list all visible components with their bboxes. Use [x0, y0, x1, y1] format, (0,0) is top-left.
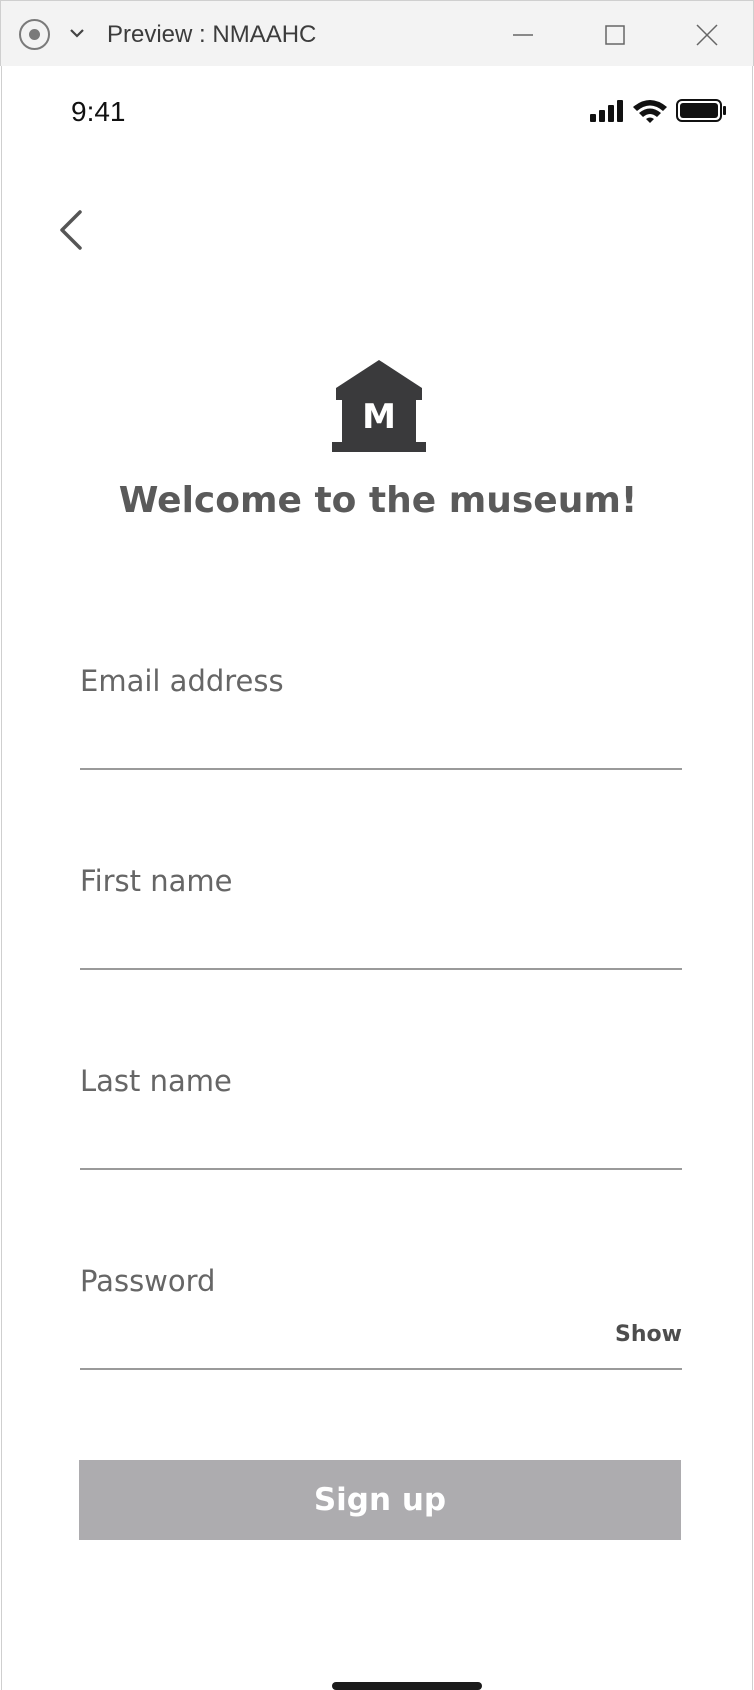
chevron-down-icon[interactable]	[67, 23, 87, 43]
first-name-field: First name	[80, 864, 682, 970]
last-name-label: Last name	[80, 1064, 232, 1098]
last-name-field: Last name	[80, 1064, 682, 1170]
cellular-signal-icon	[590, 100, 623, 122]
page-title: Welcome to the museum!	[118, 480, 638, 521]
logo-letter: M	[362, 397, 396, 437]
close-icon[interactable]	[685, 13, 729, 57]
sign-up-button[interactable]: Sign up	[79, 1460, 681, 1540]
wifi-icon	[633, 100, 667, 123]
window-title: Preview : NMAAHC	[107, 21, 317, 48]
email-underline	[80, 768, 682, 770]
first-name-input[interactable]	[80, 910, 682, 968]
last-name-input[interactable]	[80, 1110, 682, 1168]
show-password-button[interactable]: Show	[615, 1322, 682, 1347]
email-input[interactable]	[80, 710, 682, 768]
chevron-left-icon[interactable]	[54, 206, 90, 254]
first-name-underline	[80, 968, 682, 970]
email-label: Email address	[80, 664, 284, 698]
status-time: 9:41	[71, 96, 126, 127]
status-icons	[590, 99, 726, 123]
app-screen: 9:41 M Welcome to the museum! Email addr…	[1, 66, 753, 1690]
minimize-icon[interactable]	[501, 13, 545, 57]
password-label: Password	[80, 1264, 216, 1298]
battery-icon	[676, 99, 726, 122]
maximize-icon[interactable]	[593, 13, 637, 57]
last-name-underline	[80, 1168, 682, 1170]
first-name-label: First name	[80, 864, 233, 898]
email-field: Email address	[80, 664, 682, 770]
password-underline	[80, 1368, 682, 1370]
window-titlebar: Preview : NMAAHC	[0, 0, 754, 66]
password-field: Password Show	[80, 1264, 682, 1370]
home-indicator	[332, 1682, 482, 1690]
museum-logo-icon: M	[332, 360, 426, 452]
password-input[interactable]	[80, 1310, 580, 1368]
record-icon[interactable]	[19, 19, 50, 50]
